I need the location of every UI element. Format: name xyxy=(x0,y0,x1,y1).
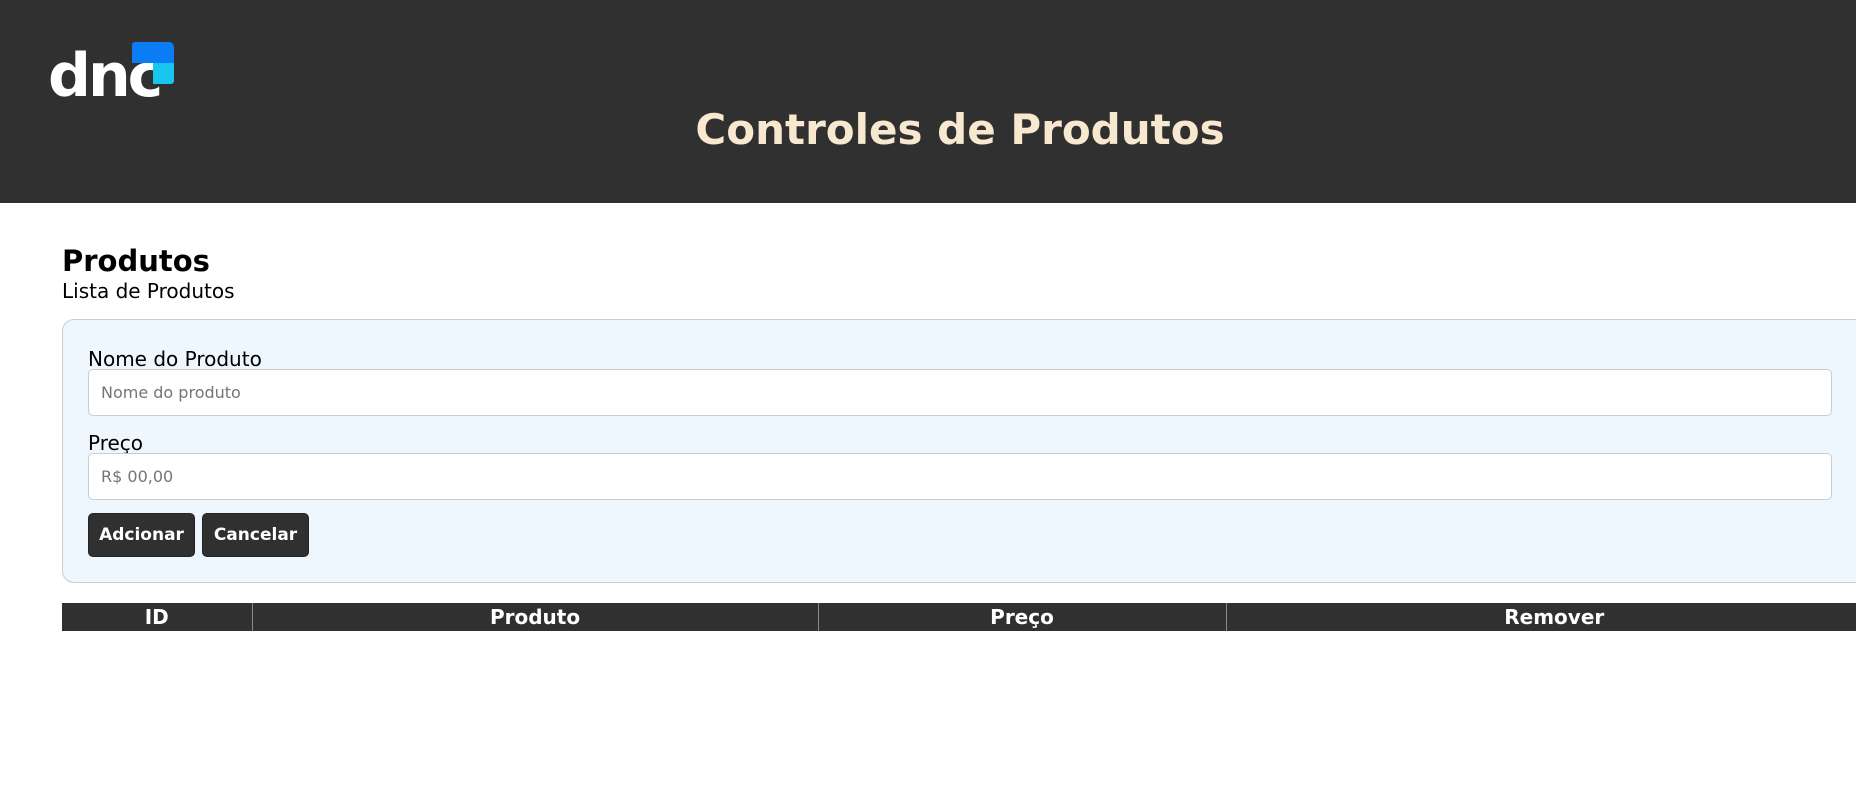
product-form: Nome do Produto Preço Adcionar Cancelar xyxy=(62,319,1856,583)
table-header-row: ID Produto Preço Remover xyxy=(62,603,1856,631)
product-name-input[interactable] xyxy=(88,369,1832,416)
logo-square-icon xyxy=(153,63,174,84)
table-header: ID Produto Preço Remover xyxy=(62,603,1856,631)
price-input[interactable] xyxy=(88,453,1832,500)
logo-square-icon xyxy=(153,42,174,63)
logo-square-icon xyxy=(132,42,153,63)
column-header-product: Produto xyxy=(251,603,818,631)
cancel-button[interactable]: Cancelar xyxy=(202,513,309,557)
section-title: Produtos xyxy=(62,244,210,278)
column-header-price: Preço xyxy=(817,603,1226,631)
products-table: ID Produto Preço Remover xyxy=(62,603,1856,631)
page-title: Controles de Produtos xyxy=(695,105,1225,154)
column-header-remove: Remover xyxy=(1225,603,1856,631)
add-button[interactable]: Adcionar xyxy=(88,513,195,557)
app-header: dnc Controles de Produtos xyxy=(0,0,1856,203)
section-subtitle: Lista de Produtos xyxy=(62,279,235,303)
column-header-id: ID xyxy=(62,603,252,631)
dnc-logo: dnc xyxy=(48,42,176,108)
